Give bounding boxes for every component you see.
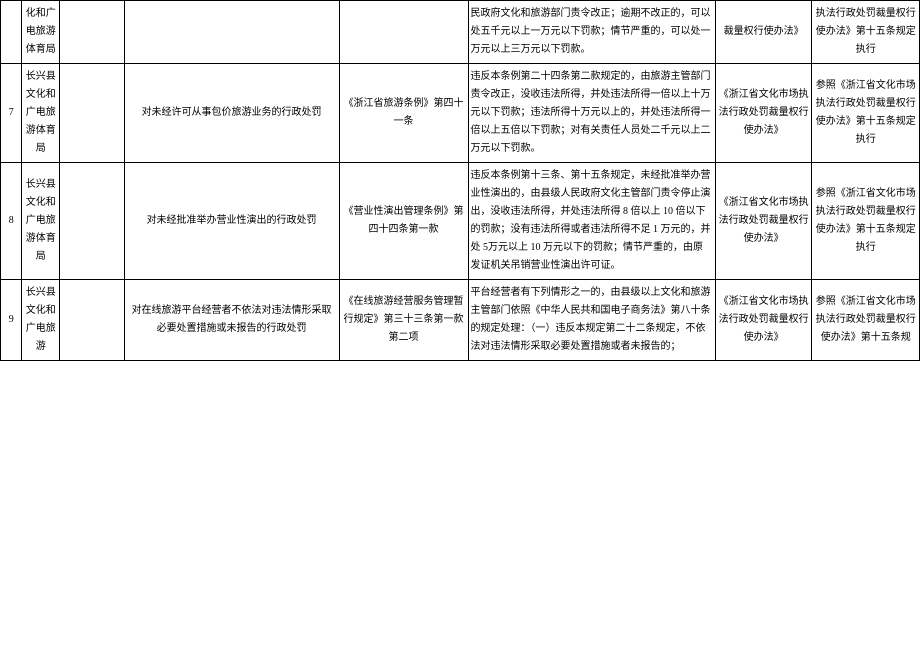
cell-dept: 长兴县文化和广电旅游 xyxy=(22,280,60,361)
cell-basis: 《浙江省旅游条例》第四十一条 xyxy=(339,64,468,163)
cell-blank xyxy=(60,280,124,361)
table-row: 9 长兴县文化和广电旅游 对在线旅游平台经营者不依法对违法情形采取必要处置措施或… xyxy=(1,280,920,361)
regulation-table: 化和广电旅游体育局 民政府文化和旅游部门责令改正；逾期不改正的，可以处五千元以上… xyxy=(0,0,920,361)
cell-basis xyxy=(339,1,468,64)
table-row: 8 长兴县文化和广电旅游体育局 对未经批准举办营业性演出的行政处罚 《营业性演出… xyxy=(1,163,920,280)
cell-idx: 8 xyxy=(1,163,22,280)
cell-exec: 参照《浙江省文化市场执法行政处罚裁量权行使办法》第十五条规定执行 xyxy=(812,64,920,163)
cell-action: 对未经批准举办营业性演出的行政处罚 xyxy=(124,163,339,280)
table-row: 7 长兴县文化和广电旅游体育局 对未经许可从事包价旅游业务的行政处罚 《浙江省旅… xyxy=(1,64,920,163)
cell-idx: 9 xyxy=(1,280,22,361)
cell-exec: 参照《浙江省文化市场执法行政处罚裁量权行使办法》第十五条规 xyxy=(812,280,920,361)
cell-action: 对在线旅游平台经营者不依法对违法情形采取必要处置措施或未报告的行政处罚 xyxy=(124,280,339,361)
cell-ref: 《浙江省文化市场执法行政处罚裁量权行使办法》 xyxy=(715,163,812,280)
cell-dept: 长兴县文化和广电旅游体育局 xyxy=(22,64,60,163)
cell-basis: 《在线旅游经营服务管理暂行规定》第三十三条第一款第二项 xyxy=(339,280,468,361)
cell-detail: 违反本条例第十三条、第十五条规定，未经批准举办营业性演出的，由县级人民政府文化主… xyxy=(468,163,715,280)
cell-exec: 参照《浙江省文化市场执法行政处罚裁量权行使办法》第十五条规定执行 xyxy=(812,163,920,280)
cell-ref: 《浙江省文化市场执法行政处罚裁量权行使办法》 xyxy=(715,64,812,163)
cell-blank xyxy=(60,64,124,163)
cell-detail: 平台经营者有下列情形之一的，由县级以上文化和旅游主管部门依照《中华人民共和国电子… xyxy=(468,280,715,361)
cell-action xyxy=(124,1,339,64)
cell-idx: 7 xyxy=(1,64,22,163)
table-row: 化和广电旅游体育局 民政府文化和旅游部门责令改正；逾期不改正的，可以处五千元以上… xyxy=(1,1,920,64)
cell-detail: 违反本条例第二十四条第二款规定的，由旅游主管部门责令改正，没收违法所得，并处违法… xyxy=(468,64,715,163)
cell-detail: 民政府文化和旅游部门责令改正；逾期不改正的，可以处五千元以上一万元以下罚款；情节… xyxy=(468,1,715,64)
cell-dept: 长兴县文化和广电旅游体育局 xyxy=(22,163,60,280)
cell-blank xyxy=(60,1,124,64)
cell-action: 对未经许可从事包价旅游业务的行政处罚 xyxy=(124,64,339,163)
cell-basis: 《营业性演出管理条例》第四十四条第一款 xyxy=(339,163,468,280)
cell-exec: 执法行政处罚裁量权行使办法》第十五条规定执行 xyxy=(812,1,920,64)
cell-dept: 化和广电旅游体育局 xyxy=(22,1,60,64)
cell-idx xyxy=(1,1,22,64)
cell-blank xyxy=(60,163,124,280)
cell-ref: 《浙江省文化市场执法行政处罚裁量权行使办法》 xyxy=(715,280,812,361)
cell-ref: 裁量权行使办法》 xyxy=(715,1,812,64)
